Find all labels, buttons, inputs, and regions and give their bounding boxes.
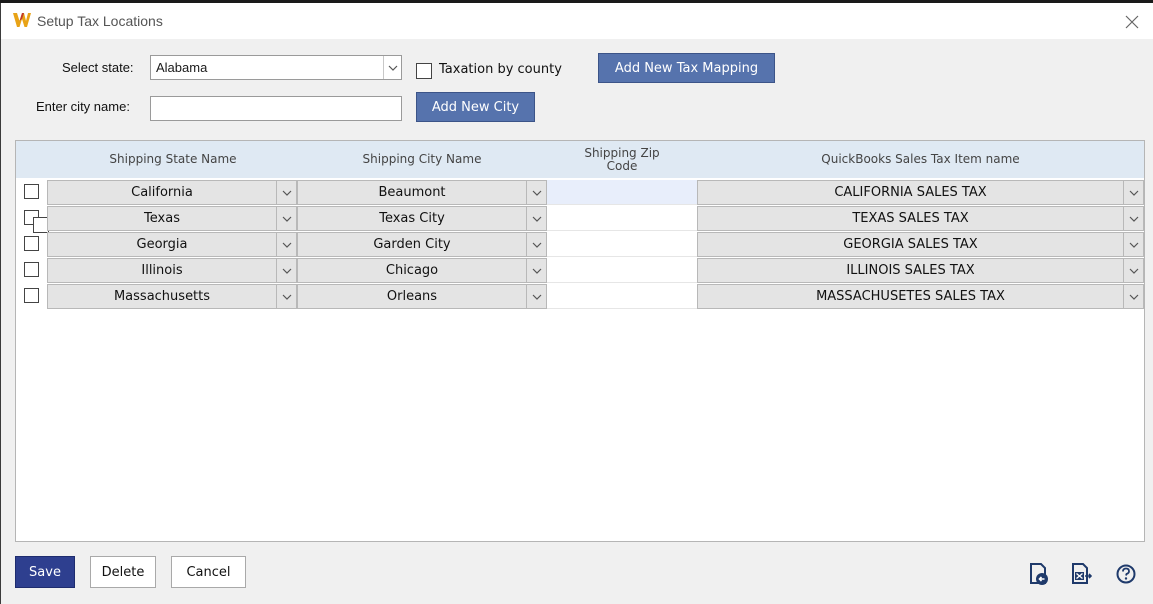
city-combo[interactable]: Texas City (297, 206, 547, 231)
tax-item-combo[interactable]: GEORGIA SALES TAX (697, 232, 1144, 257)
row-checkbox[interactable] (24, 288, 39, 303)
city-name-label: Enter city name: (36, 99, 130, 114)
table-row: Georgia Garden City GEORGIA SALES TAX (16, 231, 1144, 257)
chevron-down-icon[interactable] (276, 181, 296, 204)
zip-cell[interactable] (547, 258, 697, 283)
state-select-value: Alabama (156, 60, 208, 75)
tax-item-cell: GEORGIA SALES TAX (843, 237, 978, 252)
header-shipping-zip[interactable]: Shipping Zip Code (547, 141, 697, 178)
state-cell: Illinois (141, 263, 183, 278)
taxation-by-county-checkbox[interactable] (416, 63, 432, 79)
chevron-down-icon[interactable] (526, 285, 546, 308)
city-combo[interactable]: Beaumont (297, 180, 547, 205)
row-checkbox[interactable] (24, 184, 39, 199)
chevron-down-icon[interactable] (1123, 259, 1143, 282)
tax-mapping-grid: Shipping State Name Shipping City Name S… (15, 140, 1145, 542)
chevron-down-icon[interactable] (526, 233, 546, 256)
state-combo[interactable]: Illinois (47, 258, 297, 283)
header-zip-line1: Shipping Zip (584, 145, 660, 160)
state-cell: Massachusetts (113, 289, 211, 304)
chevron-down-icon[interactable] (276, 207, 296, 230)
chevron-down-icon[interactable] (1123, 207, 1143, 230)
zip-cell[interactable] (547, 284, 697, 309)
city-name-input[interactable] (150, 96, 402, 121)
close-icon[interactable] (1121, 11, 1143, 33)
grid-header: Shipping State Name Shipping City Name S… (16, 141, 1144, 178)
tax-item-combo[interactable]: ILLINOIS SALES TAX (697, 258, 1144, 283)
tax-item-cell: MASSACHUSETES SALES TAX (816, 289, 1005, 304)
header-zip-line2: Code (606, 158, 638, 173)
chevron-down-icon[interactable] (276, 285, 296, 308)
tax-item-cell: ILLINOIS SALES TAX (846, 263, 975, 278)
export-excel-icon[interactable] (1070, 562, 1092, 586)
table-row: Illinois Chicago ILLINOIS SALES TAX (16, 257, 1144, 283)
city-cell: Orleans (386, 289, 438, 304)
setup-tax-locations-window: Setup Tax Locations Select state: Alabam… (0, 3, 1153, 604)
city-cell: Beaumont (378, 185, 446, 200)
tax-item-cell: TEXAS SALES TAX (852, 211, 969, 226)
state-combo[interactable]: Massachusetts (47, 284, 297, 309)
table-row: Texas Texas City TEXAS SALES TAX (16, 205, 1144, 233)
window-title: Setup Tax Locations (37, 13, 163, 29)
tax-item-combo[interactable]: TEXAS SALES TAX (697, 206, 1144, 231)
title-bar: Setup Tax Locations (1, 3, 1153, 39)
city-combo[interactable]: Garden City (297, 232, 547, 257)
w-logo-icon (13, 13, 31, 27)
tax-item-combo[interactable]: CALIFORNIA SALES TAX (697, 180, 1144, 205)
import-icon[interactable] (1028, 562, 1050, 586)
row-checkbox[interactable] (24, 236, 39, 251)
chevron-down-icon[interactable] (526, 181, 546, 204)
table-row: Massachusetts Orleans MASSACHUSETES SALE… (16, 283, 1144, 309)
state-cell: Texas (144, 211, 180, 226)
header-quickbooks-tax-item[interactable]: QuickBooks Sales Tax Item name (697, 141, 1144, 178)
header-shipping-city[interactable]: Shipping City Name (297, 141, 547, 178)
chevron-down-icon[interactable] (526, 207, 546, 230)
zip-cell[interactable] (547, 206, 697, 231)
state-combo[interactable]: Georgia (47, 232, 297, 257)
state-cell: Georgia (136, 237, 188, 252)
chevron-down-icon[interactable] (276, 259, 296, 282)
cancel-button[interactable]: Cancel (171, 556, 246, 588)
city-combo[interactable]: Chicago (297, 258, 547, 283)
city-combo[interactable]: Orleans (297, 284, 547, 309)
tax-item-cell: CALIFORNIA SALES TAX (834, 185, 987, 200)
row-checkbox[interactable] (24, 262, 39, 277)
city-cell: Texas City (379, 211, 445, 226)
city-cell: Chicago (385, 263, 439, 278)
zip-cell[interactable] (547, 232, 697, 257)
add-new-city-button[interactable]: Add New City (416, 92, 535, 122)
city-cell: Garden City (373, 237, 451, 252)
chevron-down-icon[interactable] (526, 259, 546, 282)
state-combo[interactable]: Texas (47, 206, 297, 231)
chevron-down-icon[interactable] (1123, 181, 1143, 204)
zip-cell[interactable] (547, 180, 697, 205)
select-state-label: Select state: (62, 60, 134, 75)
tax-item-combo[interactable]: MASSACHUSETES SALES TAX (697, 284, 1144, 309)
chevron-down-icon[interactable] (1123, 233, 1143, 256)
chevron-down-icon[interactable] (383, 56, 401, 79)
state-combo[interactable]: California (47, 180, 297, 205)
header-shipping-state[interactable]: Shipping State Name (49, 141, 297, 178)
taxation-by-county-label: Taxation by county (439, 62, 562, 77)
add-new-tax-mapping-button[interactable]: Add New Tax Mapping (598, 53, 775, 83)
state-cell: California (131, 185, 193, 200)
delete-button[interactable]: Delete (90, 556, 156, 588)
chevron-down-icon[interactable] (276, 233, 296, 256)
help-icon[interactable] (1115, 562, 1137, 586)
table-row: California Beaumont CALIFORNIA SALES TAX (16, 179, 1144, 205)
chevron-down-icon[interactable] (1123, 285, 1143, 308)
save-button[interactable]: Save (15, 556, 75, 588)
state-select[interactable]: Alabama (150, 55, 402, 80)
